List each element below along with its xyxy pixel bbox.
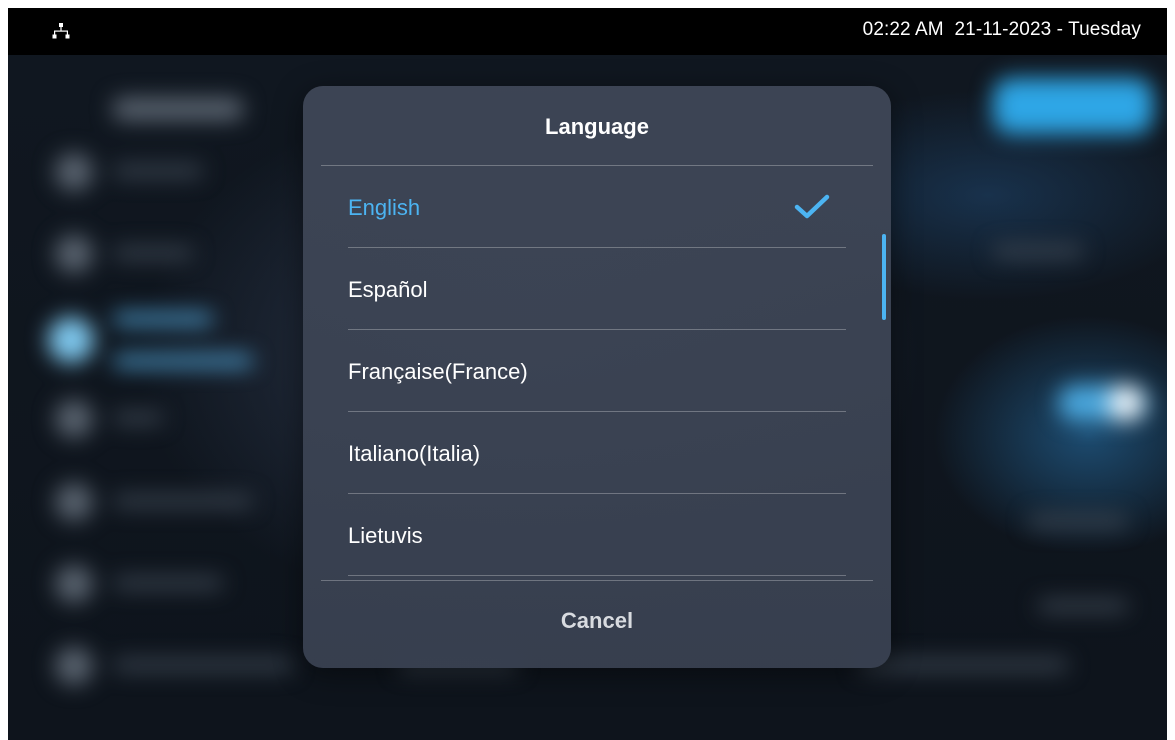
language-option-english[interactable]: English [348,166,846,248]
language-option-lietuvis[interactable]: Lietuvis [348,494,846,576]
language-option-italiano[interactable]: Italiano(Italia) [348,412,846,494]
language-list[interactable]: English Español Française(France) Italia… [348,166,846,580]
status-bar: 02:22 AM 21-11-2023 - Tuesday [8,8,1167,55]
language-dialog: Language English Español Française(Franc… [303,86,891,668]
language-option-label: Française(France) [348,359,528,384]
language-option-label: English [348,195,421,220]
cancel-button[interactable]: Cancel [303,581,891,668]
status-clock: 02:22 AM 21-11-2023 - Tuesday [863,19,1141,41]
language-option-label: Lietuvis [348,523,423,548]
status-time: 02:22 AM [862,19,944,40]
dialog-title: Language [545,114,649,139]
language-option-label: Español [348,277,428,302]
language-option-espanol[interactable]: Español [348,248,846,330]
network-tree-icon [52,23,70,39]
cancel-label: Cancel [560,608,634,633]
list-scrollbar[interactable] [882,234,886,320]
checkmark-icon [794,194,830,219]
device-screen: 02:22 AM 21-11-2023 - Tuesday Language E… [8,8,1167,740]
language-option-label: Italiano(Italia) [348,441,481,466]
status-date: 21-11-2023 - Tuesday [954,19,1141,40]
language-option-francaise[interactable]: Française(France) [348,330,846,412]
